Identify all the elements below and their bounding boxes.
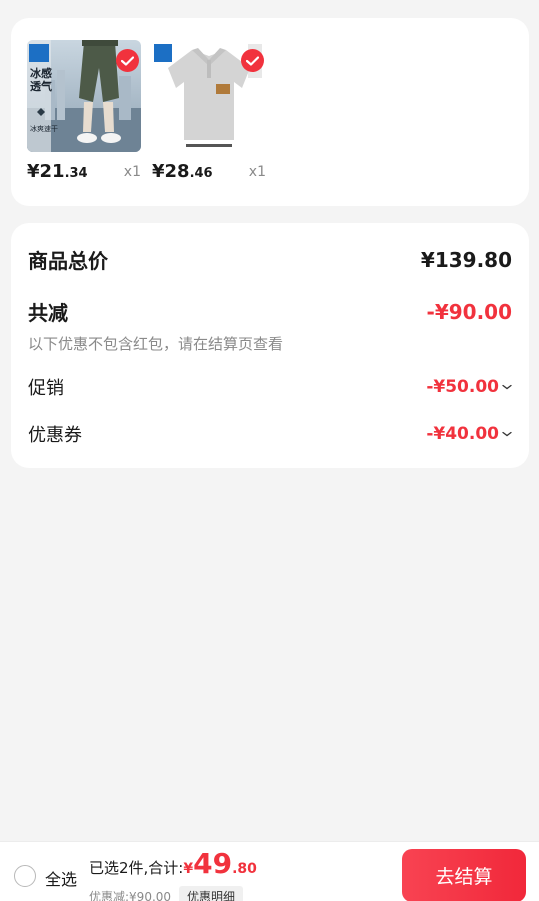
total-amount-int: 49: [193, 847, 233, 880]
total-reduction-row: 共减 -¥90.00: [28, 297, 512, 326]
promotion-value: -¥50.00: [426, 377, 499, 397]
total-currency: ¥: [183, 861, 194, 877]
total-price-row: 商品总价 ¥139.80: [28, 245, 512, 274]
coupon-row[interactable]: 优惠券 -¥40.00: [28, 421, 512, 447]
price-dec: .34: [64, 166, 88, 181]
product-price: ¥21.34: [27, 161, 88, 182]
image-caption-main: 冰感透气: [30, 67, 52, 93]
promotion-row[interactable]: 促销 -¥50.00: [28, 374, 512, 400]
product-price: ¥28.46: [152, 161, 213, 182]
price-int: ¥28: [152, 161, 190, 182]
selected-check-icon[interactable]: [116, 49, 139, 72]
discount-note: 以下优惠不包含红包，请在结算页查看: [28, 335, 284, 353]
product-quantity: x1: [248, 164, 266, 180]
coupon-label: 优惠券: [28, 425, 82, 446]
coupon-value: -¥40.00: [426, 424, 499, 444]
discount-line: 优惠减:¥90.00 优惠明细: [89, 886, 244, 901]
checkout-bar: 全选 已选2件,合计: ¥ 49 .80 优惠减:¥90.00 优惠明细 去结算: [0, 841, 539, 901]
discount-detail-button[interactable]: 优惠明细: [179, 886, 244, 901]
chevron-down-icon: [502, 384, 512, 390]
price-int: ¥21: [27, 161, 65, 182]
selected-count-text: 已选2件,合计:: [89, 859, 184, 877]
selected-products-card: 冰感透气 冰爽速干 ¥21.34 x1 ¥28.46 x1: [11, 18, 529, 206]
promotion-value-group[interactable]: -¥50.00: [426, 377, 512, 397]
selected-check-icon[interactable]: [241, 49, 264, 72]
product-item[interactable]: ¥28.46 x1: [152, 40, 266, 192]
product-item[interactable]: 冰感透气 冰爽速干 ¥21.34 x1: [27, 40, 141, 192]
price-summary-card: 商品总价 ¥139.80 共减 -¥90.00 以下优惠不包含红包，请在结算页查…: [11, 223, 529, 468]
promotion-label: 促销: [28, 378, 64, 399]
image-caption-sub: 冰爽速干: [30, 125, 58, 133]
total-reduction-label: 共减: [28, 301, 68, 325]
discount-amount-text: 优惠减:¥90.00: [89, 890, 172, 901]
total-price-value: ¥139.80: [420, 247, 512, 272]
select-all-label[interactable]: 全选: [45, 866, 77, 890]
total-reduction-value: -¥90.00: [426, 299, 512, 324]
price-dec: .46: [189, 166, 213, 181]
selected-total: 已选2件,合计: ¥ 49 .80: [89, 850, 257, 878]
total-amount-dec: .80: [232, 861, 257, 877]
total-price-label: 商品总价: [28, 249, 108, 273]
product-quantity: x1: [123, 164, 141, 180]
coupon-value-group[interactable]: -¥40.00: [426, 424, 512, 444]
chevron-down-icon: [502, 431, 512, 437]
select-all-radio[interactable]: [14, 865, 36, 887]
checkout-button[interactable]: 去结算: [402, 849, 526, 901]
